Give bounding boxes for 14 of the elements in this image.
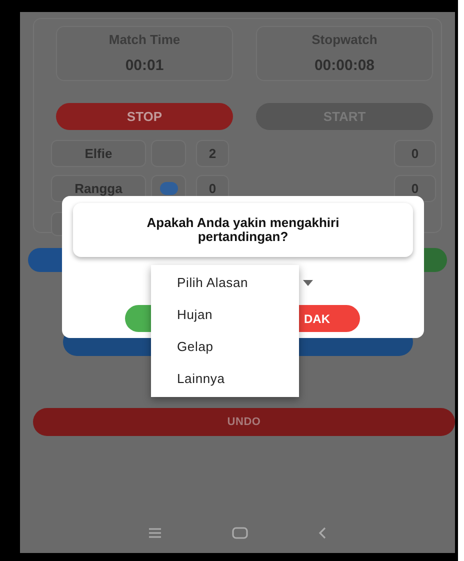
timer-value: 00:01 — [125, 56, 164, 76]
dropdown-option[interactable]: Pilih Alasan — [151, 267, 299, 299]
dropdown-caret-icon[interactable] — [303, 280, 313, 286]
timer-value: 00:00:08 — [314, 56, 375, 76]
home-icon[interactable] — [232, 527, 248, 539]
stop-button[interactable]: STOP — [56, 103, 233, 130]
score-cell: 0 — [394, 140, 436, 167]
confirm-message: Apakah Anda yakin mengakhiri pertandingan? — [146, 216, 340, 244]
score-cell: 2 — [196, 140, 229, 167]
dropdown-option[interactable]: Lainnya — [151, 363, 299, 395]
dropdown-option[interactable]: Gelap — [151, 331, 299, 363]
player-name: Elfie — [51, 140, 146, 167]
menu-icon[interactable] — [148, 528, 162, 538]
back-icon[interactable] — [318, 527, 327, 539]
